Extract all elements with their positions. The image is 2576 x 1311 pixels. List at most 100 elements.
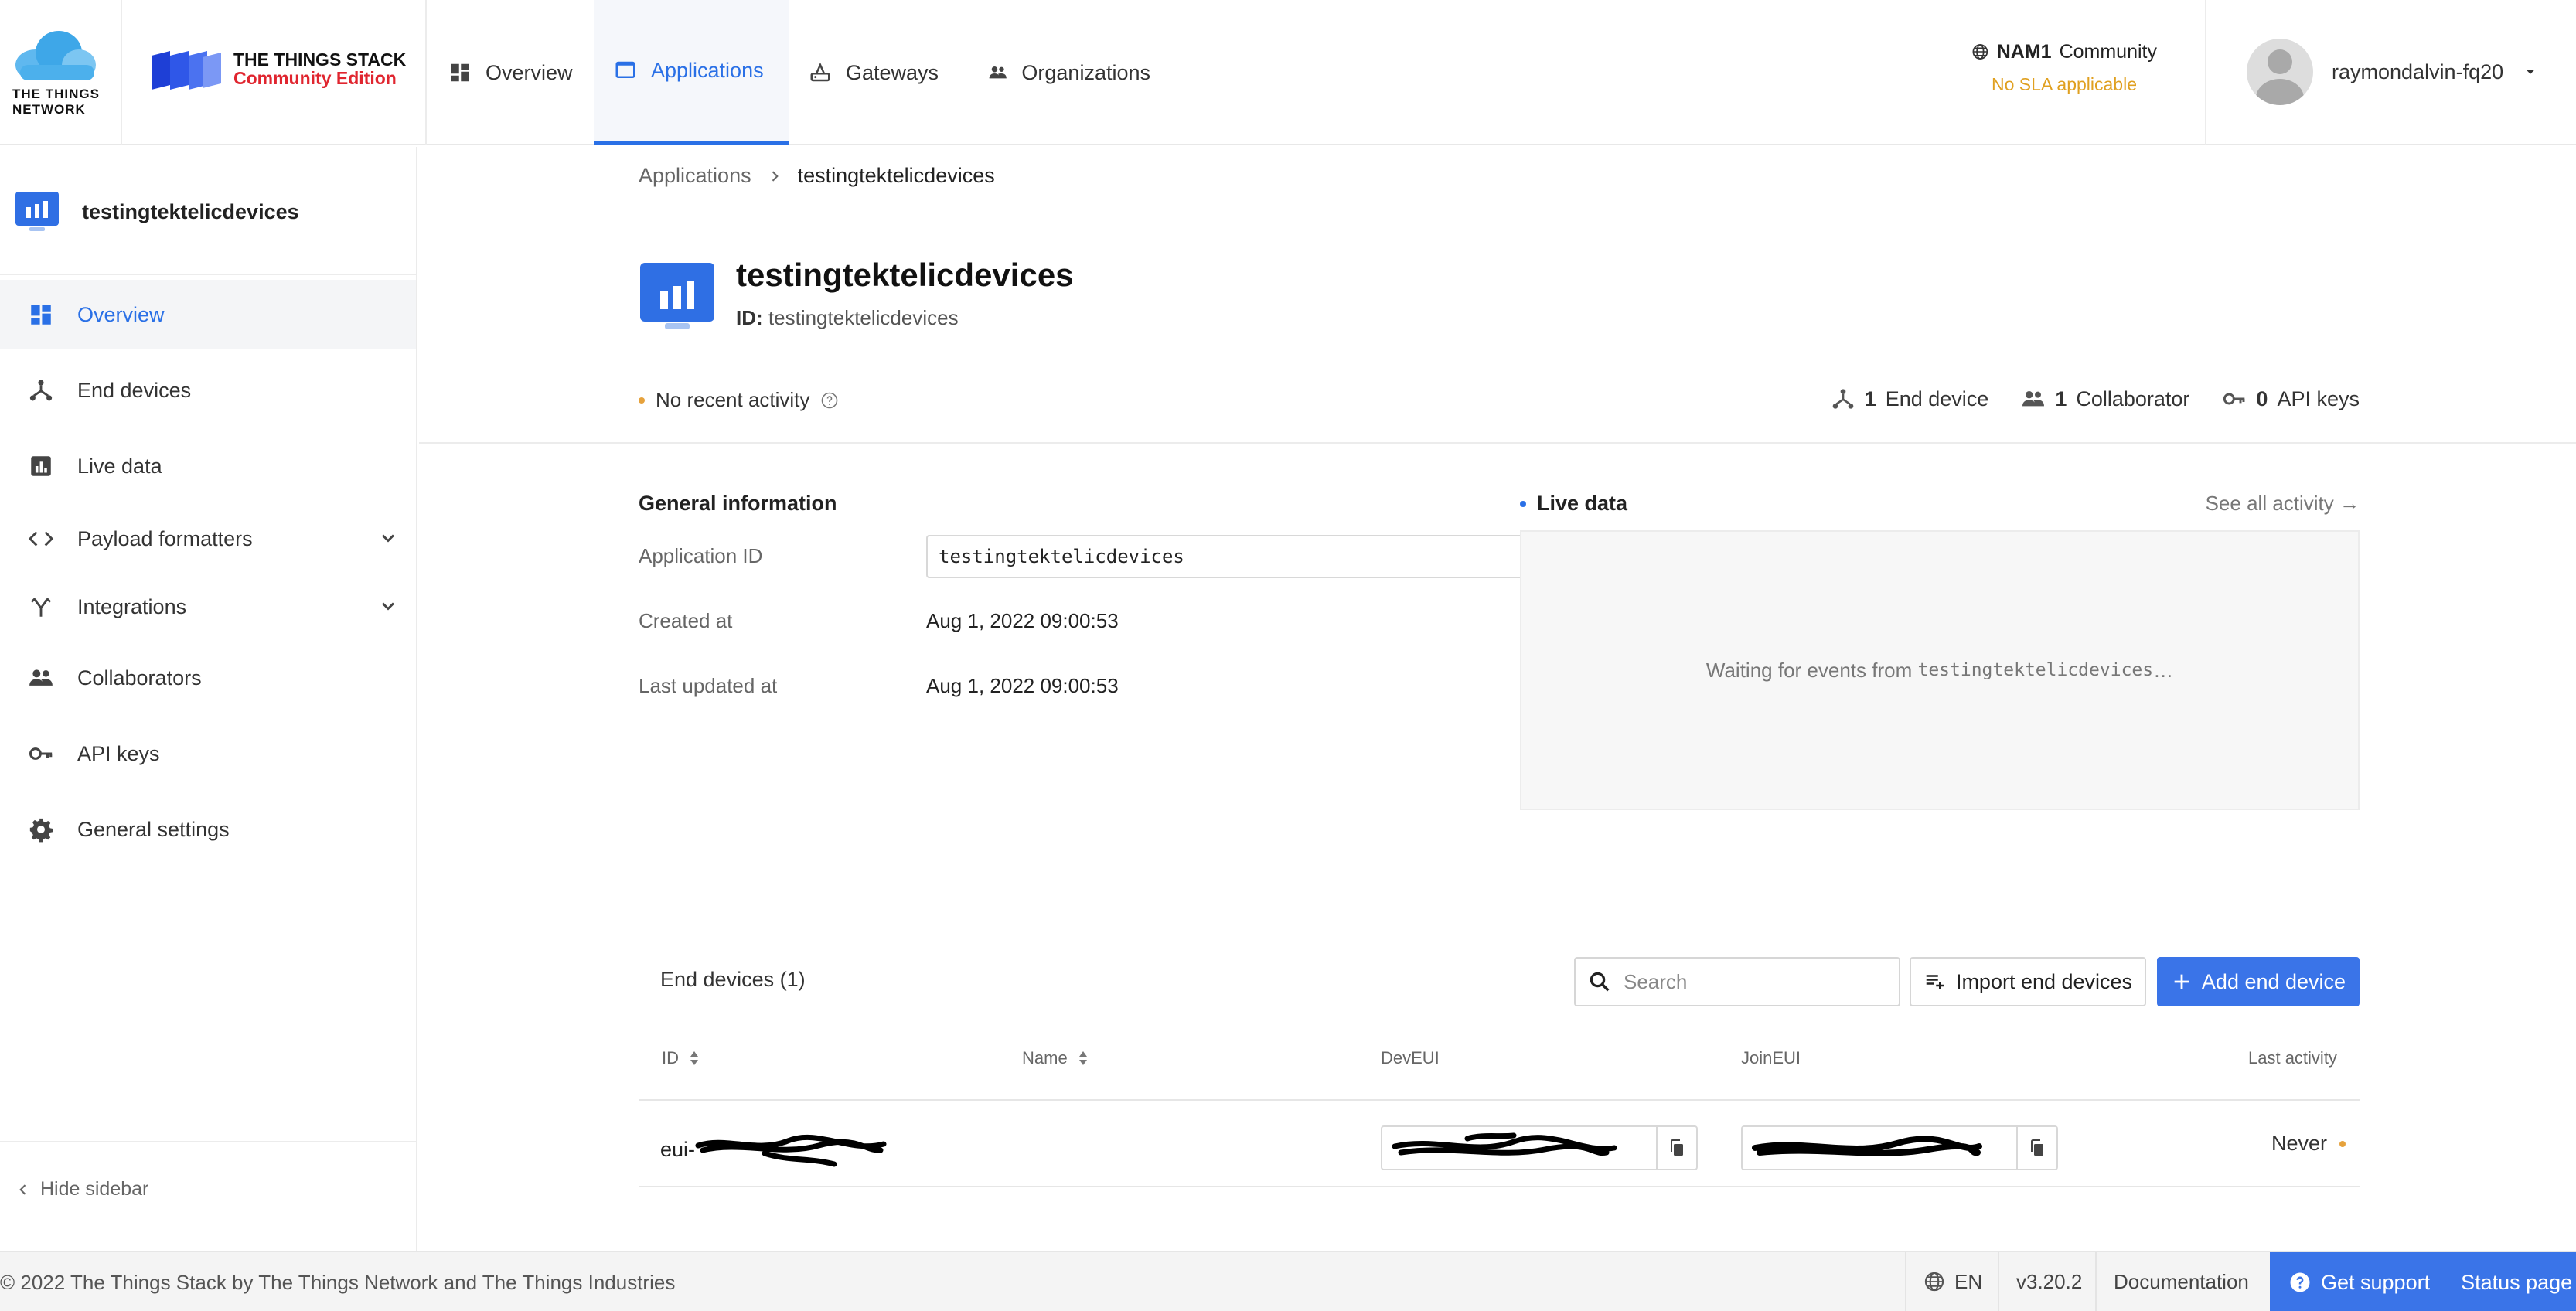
- avatar: [2247, 39, 2313, 105]
- updated-at-label: Last updated at: [639, 674, 778, 697]
- sidebar-item-live-data[interactable]: Live data: [0, 431, 416, 501]
- get-support-label: Get support: [2321, 1270, 2431, 1294]
- column-header-name[interactable]: Name: [1022, 1048, 1089, 1068]
- application-icon: [15, 192, 59, 231]
- sidebar-item-end-devices[interactable]: End devices: [0, 356, 416, 425]
- nav-overview-label: Overview: [486, 60, 573, 84]
- status-page-link[interactable]: Status page: [2461, 1271, 2572, 1295]
- sidebar-item-integrations[interactable]: Integrations: [0, 572, 416, 642]
- sidebar-item-label: Live data: [77, 454, 162, 478]
- redaction-scribble: [695, 1135, 887, 1167]
- sidebar-item-collaborators[interactable]: Collaborators: [0, 643, 416, 713]
- ttn-wordmark-line1: THE THINGS: [12, 87, 100, 101]
- hide-sidebar-button[interactable]: Hide sidebar: [15, 1178, 148, 1200]
- region-label: Community: [2059, 40, 2157, 63]
- sort-icon: [690, 1051, 698, 1065]
- version-text: v3.20.2: [2016, 1269, 2083, 1293]
- dashboard-icon: [31, 305, 51, 325]
- column-header-name-label: Name: [1022, 1048, 1068, 1068]
- see-all-activity-link[interactable]: See all activity →: [2206, 492, 2360, 516]
- footer-copyright: © 2022 The Things Stack by The Things Ne…: [0, 1271, 676, 1294]
- nav-gateways[interactable]: Gateways: [789, 0, 968, 145]
- plus-icon: [2174, 974, 2189, 989]
- search-input[interactable]: [1624, 969, 1886, 994]
- breadcrumb-applications[interactable]: Applications: [639, 164, 751, 188]
- table-row[interactable]: eui- Never: [639, 1101, 2360, 1187]
- hide-sidebar-label: Hide sidebar: [40, 1178, 149, 1200]
- chevron-left-icon: [19, 1183, 26, 1195]
- deveui-field[interactable]: [1381, 1125, 1698, 1170]
- column-header-last-activity: Last activity: [2248, 1048, 2337, 1068]
- stack-wordmark: THE THINGS STACK: [233, 49, 407, 70]
- nav-overview[interactable]: Overview: [428, 0, 594, 145]
- language-selector[interactable]: EN: [1905, 1252, 1999, 1311]
- joineui-field[interactable]: [1741, 1125, 2058, 1170]
- help-icon[interactable]: [820, 391, 839, 410]
- chevron-down-icon[interactable]: [377, 527, 399, 549]
- import-label: Import end devices: [1955, 969, 2133, 993]
- created-at-value: Aug 1, 2022 09:00:53: [926, 609, 1119, 632]
- add-end-device-button[interactable]: Add end device: [2157, 957, 2360, 1006]
- the-things-stack-logo[interactable]: THE THINGS STACK Community Edition: [148, 46, 411, 93]
- last-activity-value: Never: [2271, 1132, 2327, 1155]
- api-keys-stat[interactable]: 0 API keys: [2222, 386, 2360, 411]
- redaction-scribble: [1392, 1132, 1617, 1156]
- gear-icon: [29, 818, 53, 843]
- nav-applications-label: Applications: [651, 58, 764, 82]
- column-header-id[interactable]: ID: [662, 1048, 700, 1068]
- language-label: EN: [1954, 1269, 1983, 1293]
- nav-applications[interactable]: Applications: [594, 0, 789, 145]
- device-id-cell[interactable]: eui-: [660, 1130, 888, 1169]
- ttn-logo[interactable]: THE THINGS NETWORK: [8, 29, 101, 117]
- live-data-title: Live data: [1520, 492, 1627, 516]
- stack-logo-icon: [152, 51, 221, 90]
- device-id-prefix: eui-: [660, 1137, 696, 1161]
- created-at-label: Created at: [639, 609, 733, 632]
- waiting-app-id: testingtektelicdevices: [1917, 660, 2154, 680]
- joineui-value[interactable]: [1743, 1127, 2016, 1169]
- deveui-value[interactable]: [1382, 1127, 1656, 1169]
- end-devices-label: End device: [1885, 386, 1989, 410]
- people-icon: [989, 66, 1007, 79]
- import-end-devices-button[interactable]: Import end devices: [1910, 957, 2146, 1006]
- search-box[interactable]: [1574, 957, 1900, 1006]
- collaborators-stat[interactable]: 1 Collaborator: [2021, 386, 2189, 411]
- sidebar-item-label: API keys: [77, 741, 160, 765]
- sidebar-item-general-settings[interactable]: General settings: [0, 795, 416, 864]
- status-dot: [639, 397, 645, 404]
- copy-button[interactable]: [1656, 1127, 1696, 1169]
- sidebar-item-label: Collaborators: [77, 666, 202, 690]
- sort-icon: [1078, 1051, 1087, 1065]
- sla-note: No SLA applicable: [1992, 74, 2137, 94]
- region-indicator[interactable]: NAM1 Community No SLA applicable: [1971, 40, 2157, 95]
- documentation-link[interactable]: Documentation: [2095, 1252, 2266, 1311]
- key-icon: [29, 747, 53, 760]
- sidebar-app-header: testingtektelicdevices: [14, 190, 299, 233]
- device-icon: [1832, 389, 1854, 409]
- user-menu[interactable]: raymondalvin-fq20: [2247, 39, 2539, 105]
- end-devices-table-title: End devices (1): [660, 968, 806, 991]
- sidebar-item-label: General settings: [77, 817, 230, 841]
- copy-button[interactable]: [2016, 1127, 2056, 1169]
- end-devices-stat[interactable]: 1 End device: [1831, 386, 1989, 411]
- get-support-link[interactable]: Get support: [2288, 1271, 2430, 1295]
- nav-organizations[interactable]: Organizations: [968, 0, 1170, 145]
- application-icon: [640, 263, 714, 329]
- activity-status: No recent activity: [639, 388, 839, 412]
- app-id-label: ID:: [736, 306, 763, 329]
- chevron-down-icon[interactable]: [377, 595, 399, 617]
- sidebar-item-label: Integrations: [77, 594, 187, 618]
- sidebar-item-api-keys[interactable]: API keys: [0, 719, 416, 788]
- app-id-line: ID: testingtektelicdevices: [736, 306, 959, 330]
- sidebar-item-label: Payload formatters: [77, 526, 253, 550]
- copy-icon: [1671, 1139, 1683, 1156]
- live-data-title-text: Live data: [1537, 492, 1628, 515]
- activity-label: No recent activity: [656, 388, 810, 411]
- updated-at-value: Aug 1, 2022 09:00:53: [926, 674, 1119, 697]
- api-keys-label: API keys: [2277, 386, 2360, 410]
- sidebar-item-overview[interactable]: Overview: [0, 280, 416, 349]
- cloud-logo-icon: [15, 31, 96, 80]
- gateway-icon: [810, 62, 830, 82]
- region-code: NAM1: [1996, 40, 2052, 63]
- sidebar-item-payload-formatters[interactable]: Payload formatters: [0, 504, 416, 574]
